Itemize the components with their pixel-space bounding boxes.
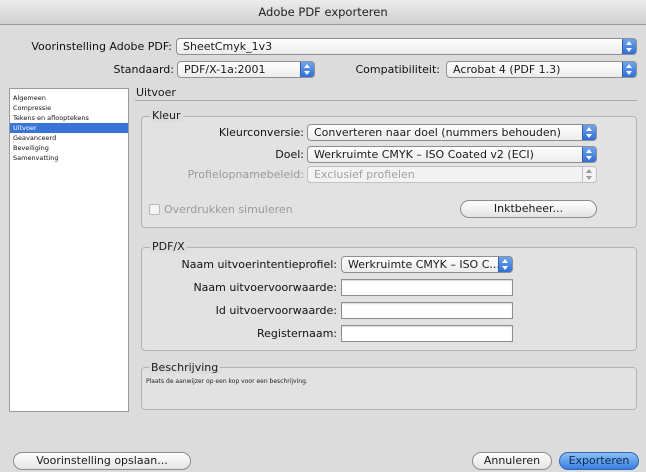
kleur-group-title: Kleur [150,109,183,122]
color-conversion-select[interactable]: Converteren naar doel (nummers behouden) [307,124,597,141]
compat-value: Acrobat 4 (PDF 1.3) [453,63,561,76]
color-conversion-value: Converteren naar doel (nummers behouden) [314,126,561,139]
condition-name-label: Naam uitvoervoorwaarde: [193,281,337,294]
compat-label: Compatibiliteit: [355,63,440,76]
popup-arrows-icon [582,167,596,182]
profile-policy-label: Profielopnamebeleid: [187,168,304,181]
destination-select[interactable]: Werkruimte CMYK – ISO Coated v2 (ECI) [307,146,597,163]
section-title: Uitvoer [136,86,176,99]
compat-select[interactable]: Acrobat 4 (PDF 1.3) [446,61,637,78]
output-intent-select[interactable]: Werkruimte CMYK – ISO C... [341,256,513,273]
popup-arrows-icon [622,39,636,54]
condition-id-label: Id uitvoervoorwaarde: [215,304,337,317]
popup-arrows-icon [300,62,314,77]
profile-policy-select[interactable]: Exclusief profielen [307,166,597,183]
window-title: Adobe PDF exporteren [0,0,646,25]
overprint-checkbox[interactable] [149,204,160,215]
ink-manager-button[interactable]: Inktbeheer... [460,200,597,218]
cancel-button[interactable]: Annuleren [472,452,552,470]
category-list[interactable]: Algemeen Compressie Tekens en afloopteke… [9,88,129,412]
preset-label: Voorinstelling Adobe PDF: [31,40,172,53]
popup-arrows-icon [582,125,596,140]
save-preset-button[interactable]: Voorinstelling opslaan... [13,452,191,470]
description-text: Plaats de aanwijzer op een kop voor een … [146,378,308,385]
sidebar-item-uitvoer[interactable]: Uitvoer [10,123,128,133]
preset-value: SheetCmyk_1v3 [183,40,273,53]
sidebar-item-geavanceerd[interactable]: Geavanceerd [10,133,128,143]
destination-label: Doel: [275,148,304,161]
sidebar-item-beveiliging[interactable]: Beveiliging [10,143,128,153]
overprint-label: Overdrukken simuleren [164,203,293,216]
registry-name-label: Registernaam: [257,327,337,340]
registry-name-field[interactable] [341,325,513,342]
condition-id-field[interactable] [341,302,513,319]
output-intent-label: Naam uitvoerintentieprofiel: [181,258,337,271]
description-title: Beschrijving [149,361,221,374]
export-button[interactable]: Exporteren [559,452,639,470]
output-intent-value: Werkruimte CMYK – ISO C... [348,258,500,271]
popup-arrows-icon [582,147,596,162]
preset-select[interactable]: SheetCmyk_1v3 [176,38,637,55]
destination-value: Werkruimte CMYK – ISO Coated v2 (ECI) [314,148,534,161]
pdfx-group-title: PDF/X [150,240,187,253]
popup-arrows-icon [498,257,512,272]
sidebar-item-compressie[interactable]: Compressie [10,103,128,113]
section-divider [135,100,637,101]
condition-name-field[interactable] [341,279,513,296]
sidebar-item-samenvatting[interactable]: Samenvatting [10,153,128,163]
popup-arrows-icon [622,62,636,77]
color-conversion-label: Kleurconversie: [218,126,304,139]
sidebar-item-algemeen[interactable]: Algemeen [10,93,128,103]
profile-policy-value: Exclusief profielen [314,168,415,181]
standard-select[interactable]: PDF/X-1a:2001 [177,61,315,78]
sidebar-item-tekens[interactable]: Tekens en aflooptekens [10,113,128,123]
standard-value: PDF/X-1a:2001 [184,63,266,76]
standard-label: Standaard: [113,63,175,76]
